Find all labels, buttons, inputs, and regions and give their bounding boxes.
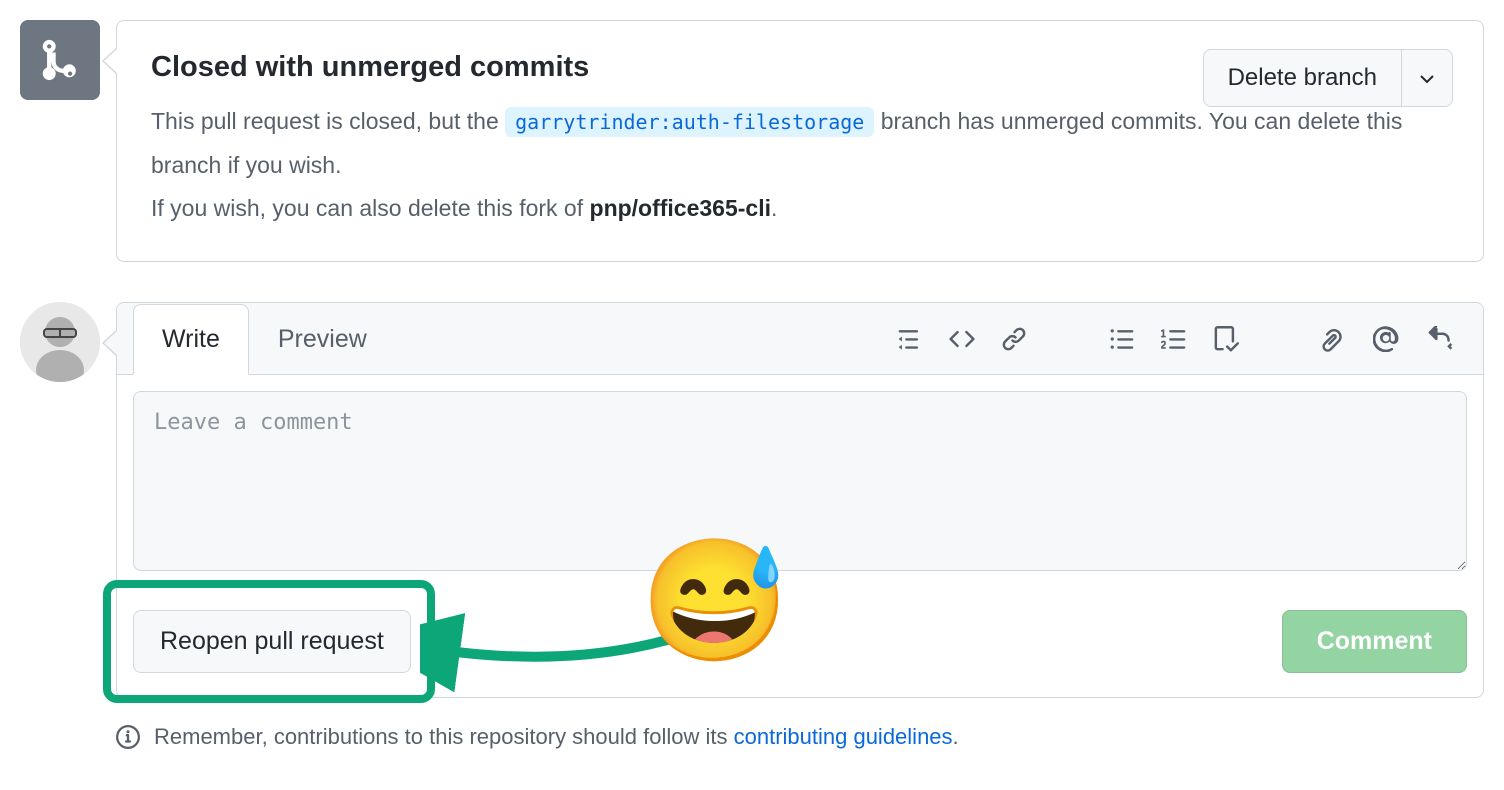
footer-text: . [953, 724, 959, 749]
markdown-toolbar [897, 326, 1467, 352]
code-icon[interactable] [949, 326, 975, 352]
merge-text-segment: This pull request is closed, but the [151, 108, 505, 134]
comment-box: Write Preview [116, 302, 1484, 698]
footer-text: Remember, contributions to this reposito… [154, 724, 734, 749]
merge-status-row: Delete branch Closed with unmerged commi… [20, 20, 1484, 262]
merge-status-panel: Delete branch Closed with unmerged commi… [116, 20, 1484, 262]
delete-branch-caret[interactable] [1402, 49, 1453, 107]
merge-status-icon [20, 20, 100, 100]
git-merge-icon [37, 37, 83, 83]
reopen-pull-request-button[interactable]: Reopen pull request [133, 610, 411, 673]
mention-icon[interactable] [1373, 326, 1399, 352]
bullet-list-icon[interactable] [1109, 326, 1135, 352]
tab-preview[interactable]: Preview [249, 304, 396, 375]
caret-down-icon [1420, 75, 1434, 85]
merge-text-segment: If you wish, you can also delete this fo… [151, 195, 590, 221]
link-icon[interactable] [1001, 326, 1027, 352]
comment-actions: Reopen pull request Comment [117, 590, 1483, 697]
info-icon [116, 725, 140, 749]
branch-name-label: garrytrinder:auth-filestorage [505, 107, 874, 137]
comment-tabs: Write Preview [133, 303, 396, 374]
contributing-note: Remember, contributions to this reposito… [116, 724, 1484, 750]
delete-branch-group: Delete branch [1203, 49, 1453, 107]
merge-text-segment: . [771, 195, 777, 221]
quote-icon[interactable] [897, 326, 923, 352]
task-list-icon[interactable] [1213, 326, 1239, 352]
comment-body [117, 375, 1483, 590]
contributing-guidelines-link[interactable]: contributing guidelines [734, 724, 953, 749]
tab-write[interactable]: Write [133, 304, 249, 375]
comment-tab-bar: Write Preview [117, 303, 1483, 375]
numbered-list-icon[interactable] [1161, 326, 1187, 352]
avatar[interactable] [20, 302, 100, 382]
merge-status-text: This pull request is closed, but the gar… [151, 100, 1449, 231]
delete-branch-button[interactable]: Delete branch [1203, 49, 1402, 107]
reply-icon[interactable] [1425, 326, 1455, 352]
comment-row: Write Preview [20, 302, 1484, 698]
attachment-icon[interactable] [1321, 326, 1347, 352]
comment-textarea[interactable] [133, 391, 1467, 571]
avatar-image [20, 302, 100, 382]
fork-repo-name: pnp/office365-cli [590, 195, 771, 221]
comment-button[interactable]: Comment [1282, 610, 1467, 673]
